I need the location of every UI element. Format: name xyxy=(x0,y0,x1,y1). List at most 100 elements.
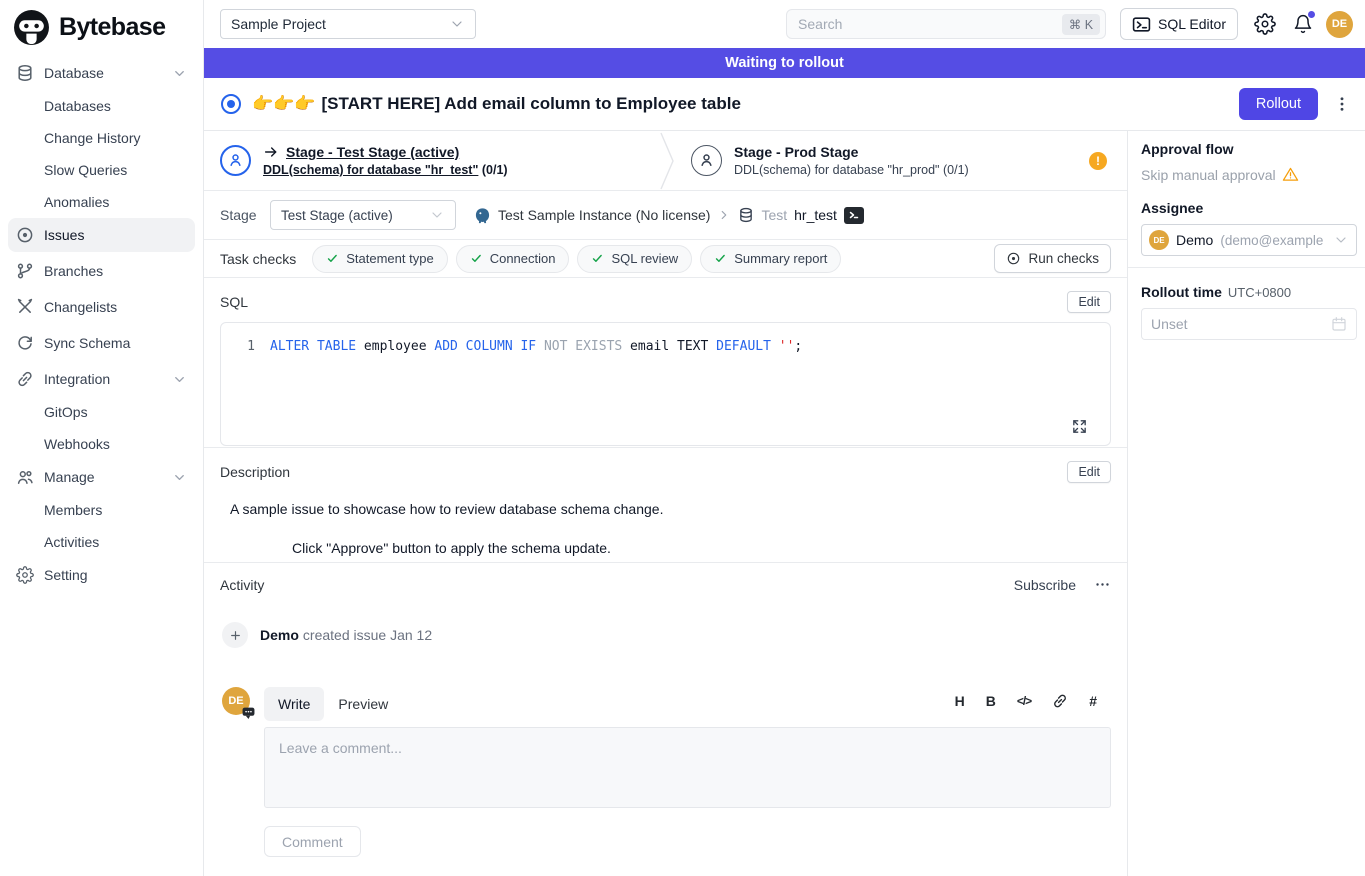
description-line: A sample issue to showcase how to review… xyxy=(230,501,1111,517)
sync-icon xyxy=(16,334,34,352)
expand-icon[interactable] xyxy=(1071,418,1088,435)
search-field[interactable] xyxy=(787,16,1062,32)
sidebar-item-branches[interactable]: Branches xyxy=(8,254,195,288)
task-check-sql-review[interactable]: SQL review xyxy=(577,245,692,273)
comment-submit-button[interactable]: Comment xyxy=(264,826,361,857)
activity-actor: Demo xyxy=(260,627,299,643)
project-select[interactable]: Sample Project xyxy=(220,9,476,39)
people-icon xyxy=(16,468,34,486)
task-check-summary-report[interactable]: Summary report xyxy=(700,245,841,273)
stage-separator-chevron xyxy=(659,132,675,190)
sidebar-item-label: Members xyxy=(44,502,102,518)
tab-write[interactable]: Write xyxy=(264,687,324,721)
sidebar-item-label: Activities xyxy=(44,534,99,550)
link-icon xyxy=(16,370,34,388)
calendar-icon xyxy=(1331,316,1347,332)
sql-edit-button[interactable]: Edit xyxy=(1067,291,1111,313)
sql-editor-button[interactable]: SQL Editor xyxy=(1120,8,1238,40)
run-checks-button[interactable]: Run checks xyxy=(994,244,1111,273)
assignee-select[interactable]: DE Demo (demo@example xyxy=(1141,224,1357,256)
tab-preview[interactable]: Preview xyxy=(324,687,402,721)
sidebar-item-activities[interactable]: Activities xyxy=(8,526,195,558)
sidebar-item-members[interactable]: Members xyxy=(8,494,195,526)
sql-code-box[interactable]: 1 ALTER TABLE employee ADD COLUMN IF NOT… xyxy=(220,322,1111,446)
format-bold-button[interactable]: B xyxy=(986,693,996,709)
sidebar-item-integration[interactable]: Integration xyxy=(8,362,195,396)
sidebar-item-databases[interactable]: Databases xyxy=(8,90,195,122)
sql-section: SQL Edit 1 ALTER TABLE employee ADD COLU… xyxy=(204,278,1127,448)
format-heading-button[interactable]: H xyxy=(955,693,965,709)
comment-box xyxy=(264,727,1111,808)
plus-icon xyxy=(222,622,248,648)
bytebase-app: Bytebase DatabaseDatabasesChange History… xyxy=(0,0,1365,876)
database-name[interactable]: hr_test xyxy=(794,207,837,223)
assignee-avatar: DE xyxy=(1149,230,1169,250)
sidebar-item-label: Anomalies xyxy=(44,194,109,210)
sidebar-item-issues[interactable]: Issues xyxy=(8,218,195,252)
approval-flow-value: Skip manual approval xyxy=(1141,167,1276,183)
sql-statement: ALTER TABLE employee ADD COLUMN IF NOT E… xyxy=(270,339,802,354)
sidebar-item-webhooks[interactable]: Webhooks xyxy=(8,428,195,460)
chevron-down-icon xyxy=(1333,232,1349,248)
sidebar-item-setting[interactable]: Setting xyxy=(8,558,195,592)
rollout-time-input[interactable]: Unset xyxy=(1141,308,1357,340)
sidebar-item-change-history[interactable]: Change History xyxy=(8,122,195,154)
sidebar-item-changelists[interactable]: Changelists xyxy=(8,290,195,324)
task-checks-row: Task checks Statement type ConnectionSQL … xyxy=(204,240,1127,278)
check-icon xyxy=(591,252,604,265)
stage-select-value: Test Stage (active) xyxy=(281,208,393,223)
status-banner-text: Waiting to rollout xyxy=(725,55,844,71)
sidebar-item-sync-schema[interactable]: Sync Schema xyxy=(8,326,195,360)
changelist-icon xyxy=(16,298,34,316)
format-hash-button[interactable]: # xyxy=(1089,693,1097,709)
chevron-down-icon xyxy=(449,16,465,32)
assignee-name: Demo xyxy=(1176,232,1213,248)
format-code-button[interactable]: </> xyxy=(1017,694,1031,708)
stage-select[interactable]: Test Stage (active) xyxy=(270,200,456,230)
activity-section: Activity Subscribe Democreated issue Jan… xyxy=(204,563,1127,876)
task-check-pills: Statement type ConnectionSQL review Summar… xyxy=(312,245,841,273)
description-edit-button[interactable]: Edit xyxy=(1067,461,1111,483)
task-checks-label: Task checks xyxy=(220,251,296,267)
activity-more-icon[interactable] xyxy=(1094,576,1111,593)
sidebar-item-anomalies[interactable]: Anomalies xyxy=(8,186,195,218)
subscribe-button[interactable]: Subscribe xyxy=(1014,577,1076,593)
description-title: Description xyxy=(220,464,290,480)
sidebar-item-label: Issues xyxy=(44,227,84,243)
brand-name: Bytebase xyxy=(59,13,165,42)
assignee-title: Assignee xyxy=(1141,200,1357,216)
sidebar-item-gitops[interactable]: GitOps xyxy=(8,396,195,428)
format-link-button[interactable] xyxy=(1052,693,1068,709)
stage-card-prod[interactable]: Stage - Prod Stage DDL(schema) for datab… xyxy=(675,144,1127,177)
branch-icon xyxy=(16,262,34,280)
arrow-right-icon xyxy=(263,144,279,160)
database-breadcrumb: Test Sample Instance (No license) Test h… xyxy=(474,207,864,224)
sidebar-item-database[interactable]: Database xyxy=(8,56,195,90)
notification-bell-icon[interactable] xyxy=(1293,14,1313,34)
issue-header: 👉👉👉[START HERE] Add email column to Empl… xyxy=(204,78,1365,131)
task-check-statement-type[interactable]: Statement type xyxy=(312,245,447,273)
kebab-menu-icon[interactable] xyxy=(1333,95,1351,113)
settings-gear-icon[interactable] xyxy=(1254,13,1276,35)
stage-card-test[interactable]: Stage - Test Stage (active) DDL(schema) … xyxy=(204,144,659,177)
search-input[interactable]: ⌘ K xyxy=(786,9,1106,39)
issue-main: Stage - Test Stage (active) DDL(schema) … xyxy=(204,131,1128,876)
rollout-button[interactable]: Rollout xyxy=(1239,88,1318,120)
stage-task-detail: DDL(schema) for database "hr_test" xyxy=(263,163,478,177)
check-icon xyxy=(326,252,339,265)
rollout-time-value: Unset xyxy=(1151,316,1188,332)
instance-name[interactable]: Test Sample Instance (No license) xyxy=(498,207,710,223)
user-avatar[interactable]: DE xyxy=(1326,11,1353,38)
stage-task-detail: DDL(schema) for database "hr_prod" xyxy=(734,163,940,177)
database-icon xyxy=(16,64,34,82)
sidebar-item-manage[interactable]: Manage xyxy=(8,460,195,494)
task-check-connection[interactable]: Connection xyxy=(456,245,570,273)
open-sql-editor-icon[interactable] xyxy=(844,207,864,224)
project-select-value: Sample Project xyxy=(231,16,326,32)
database-icon xyxy=(738,207,754,223)
assignee-email: (demo@example xyxy=(1220,233,1326,248)
comment-textarea[interactable] xyxy=(265,728,1110,807)
sidebar-item-slow-queries[interactable]: Slow Queries xyxy=(8,154,195,186)
activity-action: created issue Jan 12 xyxy=(303,627,432,643)
bytebase-logo[interactable]: Bytebase xyxy=(0,0,203,50)
